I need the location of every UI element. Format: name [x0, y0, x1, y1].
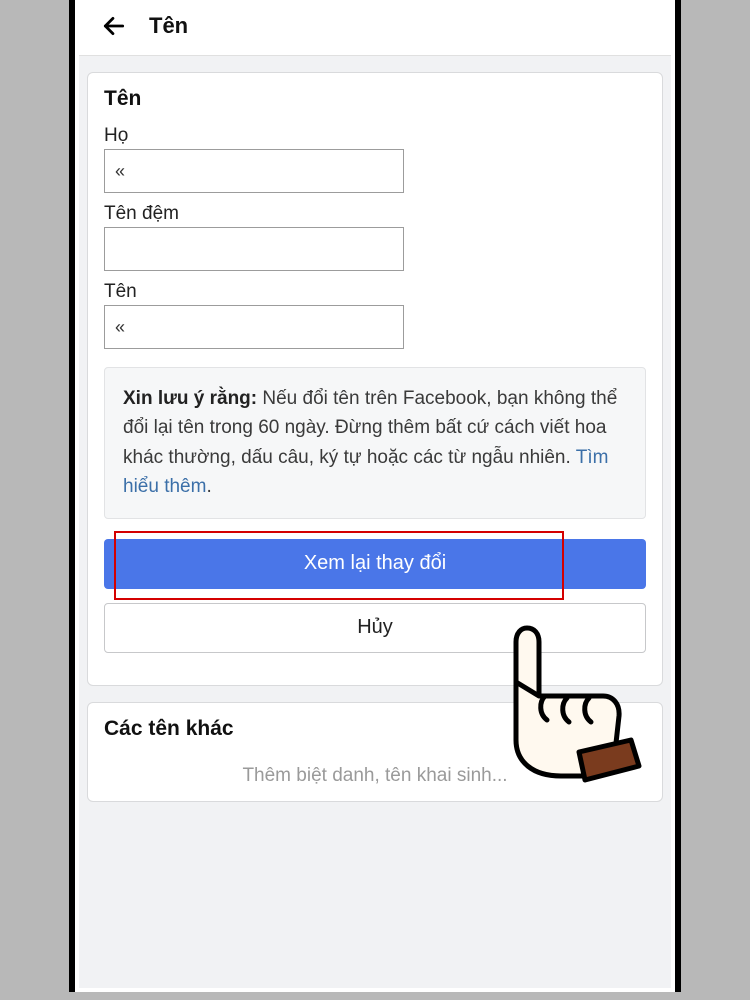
phone-screen: Tên Tên Họ Tên đệm Tên Xin lưu ý [79, 0, 671, 988]
review-changes-button[interactable]: Xem lại thay đổi [104, 539, 646, 589]
middle-name-group: Tên đệm [104, 203, 646, 271]
back-arrow-icon[interactable] [97, 9, 131, 43]
other-names-title: Các tên khác [104, 717, 646, 741]
card-title: Tên [104, 87, 646, 111]
add-nickname-link[interactable]: Thêm biệt danh, tên khai sinh... [104, 741, 646, 791]
notice-bold: Xin lưu ý rằng: [123, 388, 257, 409]
name-card: Tên Họ Tên đệm Tên Xin lưu ý rằng: Nếu đ… [87, 72, 663, 686]
phone-frame: Tên Tên Họ Tên đệm Tên Xin lưu ý [69, 0, 681, 992]
first-name-group: Tên [104, 281, 646, 349]
middle-name-label: Tên đệm [104, 203, 646, 225]
last-name-input[interactable] [104, 149, 404, 193]
cancel-button[interactable]: Hủy [104, 603, 646, 653]
last-name-label: Họ [104, 125, 646, 147]
notice-box: Xin lưu ý rằng: Nếu đổi tên trên Faceboo… [104, 367, 646, 519]
middle-name-input[interactable] [104, 227, 404, 271]
review-changes-label: Xem lại thay đổi [304, 552, 446, 575]
first-name-label: Tên [104, 281, 646, 303]
last-name-group: Họ [104, 125, 646, 193]
notice-period: . [206, 476, 211, 497]
first-name-input[interactable] [104, 305, 404, 349]
cancel-label: Hủy [357, 616, 393, 639]
content-area: Tên Họ Tên đệm Tên Xin lưu ý rằng: Nếu đ… [79, 56, 671, 988]
other-names-card: Các tên khác Thêm biệt danh, tên khai si… [87, 702, 663, 802]
header-bar: Tên [79, 0, 671, 56]
page-title: Tên [149, 13, 188, 39]
